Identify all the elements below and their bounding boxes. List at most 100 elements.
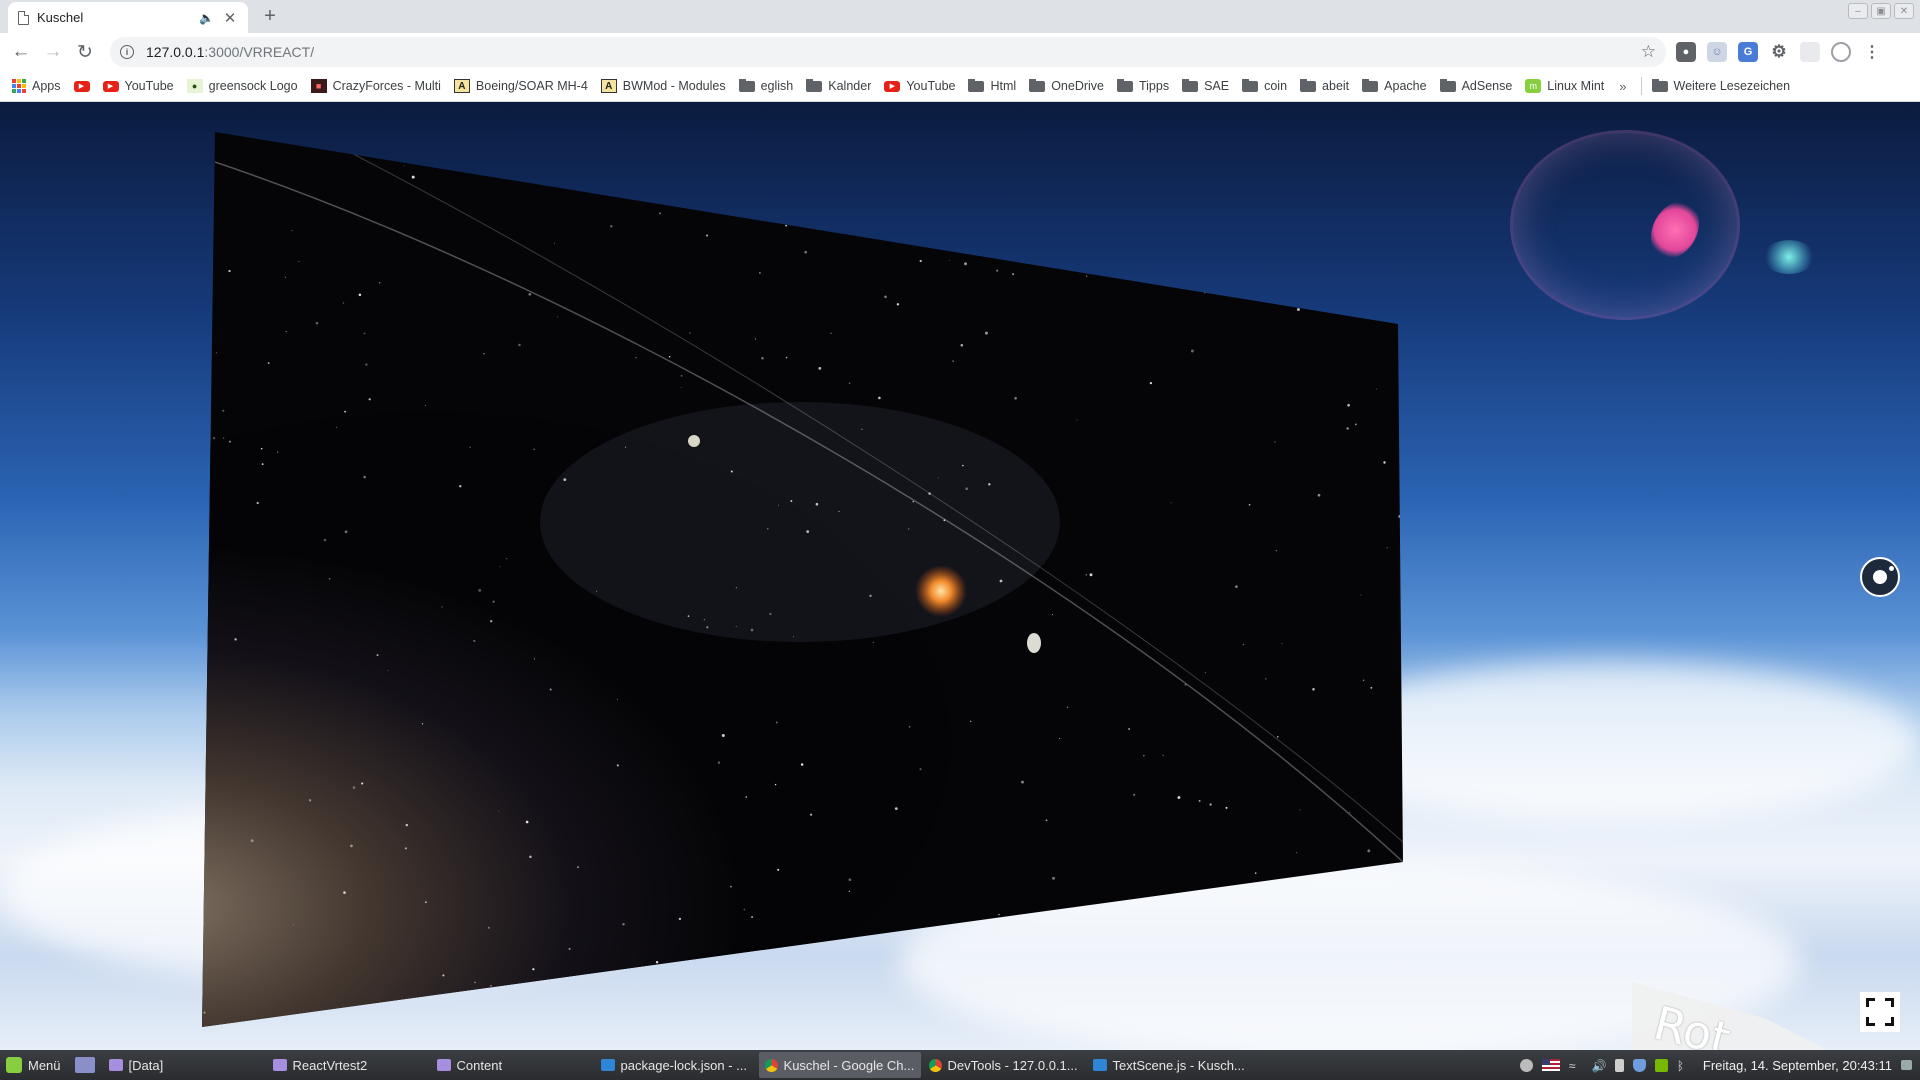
- bookmark-youtube-2[interactable]: ▶ YouTube: [884, 79, 955, 93]
- wifi-icon[interactable]: ≈: [1569, 1059, 1583, 1073]
- star: [1082, 228, 1086, 231]
- profile-avatar-icon[interactable]: [1831, 42, 1851, 62]
- bookmark-folder-onedrive[interactable]: OneDrive: [1029, 79, 1104, 93]
- star: [994, 917, 997, 920]
- bookmark-folder-sae[interactable]: SAE: [1182, 79, 1229, 93]
- bookmark-label: Boeing/SOAR MH-4: [475, 79, 588, 93]
- bookmarks-overflow-button[interactable]: »: [1619, 79, 1626, 94]
- volume-icon[interactable]: 🔊: [1592, 1059, 1607, 1073]
- vr-scene-canvas[interactable]: Rot: [0, 102, 1920, 1050]
- fullscreen-button[interactable]: [1860, 992, 1900, 1032]
- back-button[interactable]: ←: [8, 39, 34, 65]
- extension-blank-icon[interactable]: [1800, 42, 1820, 62]
- star: [970, 720, 972, 723]
- star: [1021, 780, 1024, 784]
- a-box-icon: A: [453, 79, 470, 93]
- star: [1375, 205, 1379, 209]
- star: [1059, 738, 1061, 739]
- site-info-icon[interactable]: i: [120, 45, 134, 59]
- gear-icon[interactable]: ⚙: [1769, 42, 1789, 62]
- bookmark-folder-tipps[interactable]: Tipps: [1116, 79, 1169, 93]
- star: [1378, 291, 1380, 293]
- bookmark-folder-eglish[interactable]: eglish: [738, 79, 793, 93]
- star: [689, 332, 691, 334]
- minimize-button[interactable]: –: [1848, 3, 1868, 19]
- bookmark-folder-abeit[interactable]: abeit: [1300, 79, 1349, 93]
- taskbar-item-reactvrtest2[interactable]: ReactVrtest2: [267, 1052, 429, 1078]
- bookmark-greensock[interactable]: ● greensock Logo: [186, 79, 298, 93]
- star: [1086, 275, 1088, 277]
- star: [352, 786, 356, 789]
- star: [758, 271, 761, 274]
- extension-person-icon[interactable]: ☺: [1707, 42, 1727, 62]
- bluetooth-icon[interactable]: ᛒ: [1677, 1059, 1690, 1073]
- vscode-icon: [600, 1059, 615, 1071]
- star: [473, 639, 476, 643]
- bookmark-folder-html[interactable]: Html: [968, 79, 1016, 93]
- star: [533, 448, 535, 451]
- bookmark-folder-coin[interactable]: coin: [1242, 79, 1287, 93]
- browser-tab[interactable]: Kuschel 🔈 ✕: [8, 2, 248, 33]
- forward-button[interactable]: →: [40, 39, 66, 65]
- extension-shield-icon[interactable]: ●: [1676, 42, 1696, 62]
- kebab-menu-icon[interactable]: ⋮: [1862, 42, 1882, 62]
- shield-icon[interactable]: [1632, 1058, 1646, 1072]
- new-tab-button[interactable]: +: [258, 5, 282, 28]
- star: [919, 768, 922, 771]
- bookmark-other-bookmarks[interactable]: Weitere Lesezeichen: [1651, 79, 1790, 93]
- star: [421, 723, 424, 725]
- star: [754, 338, 757, 340]
- bookmark-folder-apache[interactable]: Apache: [1362, 79, 1427, 93]
- folder-icon: [1029, 79, 1046, 92]
- nvidia-icon[interactable]: [1654, 1058, 1668, 1072]
- close-tab-icon[interactable]: ✕: [222, 9, 238, 27]
- bookmark-linux-mint[interactable]: m Linux Mint: [1525, 79, 1604, 93]
- battery-icon[interactable]: [1614, 1058, 1624, 1072]
- star: [1275, 549, 1278, 552]
- show-desktop-icon[interactable]: [74, 1057, 95, 1073]
- bookmark-youtube-icon-only[interactable]: ▶: [73, 80, 90, 92]
- star: [952, 360, 954, 362]
- bookmark-youtube[interactable]: ▶ YouTube: [102, 79, 174, 93]
- star: [937, 477, 939, 479]
- bookmark-folder-adsense[interactable]: AdSense: [1439, 79, 1512, 93]
- close-window-button[interactable]: ✕: [1894, 3, 1914, 19]
- star: [1003, 133, 1006, 136]
- star: [1376, 388, 1378, 390]
- translate-icon[interactable]: G: [1738, 42, 1758, 62]
- reload-button[interactable]: ↻: [72, 39, 98, 65]
- star: [360, 142, 364, 145]
- speaker-icon[interactable]: 🔈: [199, 11, 214, 25]
- taskbar-item-kuschel-chrome[interactable]: Kuschel - Google Ch...: [758, 1052, 921, 1078]
- notification-icon[interactable]: [1901, 1060, 1912, 1070]
- star: [680, 374, 683, 377]
- taskbar-item-package-lock[interactable]: package-lock.json - ...: [595, 1052, 757, 1078]
- taskbar-item-data[interactable]: [Data]: [103, 1052, 265, 1078]
- user-icon[interactable]: [1519, 1058, 1533, 1072]
- bookmark-boeing[interactable]: A Boeing/SOAR MH-4: [453, 79, 588, 93]
- maximize-button[interactable]: ▣: [1871, 3, 1891, 19]
- bookmark-bwmod[interactable]: A BWMod - Modules: [600, 79, 726, 93]
- star: [908, 725, 911, 728]
- star: [292, 924, 294, 926]
- star: [424, 901, 427, 904]
- gaze-icon: [1873, 566, 1894, 584]
- taskbar-item-label: DevTools - 127.0.0.1...: [947, 1057, 1078, 1073]
- bookmark-star-icon[interactable]: ☆: [1641, 42, 1656, 62]
- gaze-cursor-button[interactable]: [1860, 557, 1900, 597]
- taskbar-item-content[interactable]: Content: [431, 1052, 593, 1078]
- bookmark-folder-kalnder[interactable]: Kalnder: [806, 79, 871, 93]
- keyboard-layout-flag-icon[interactable]: [1541, 1059, 1560, 1071]
- os-taskbar: Menü [Data] ReactVrtest2 Content package…: [0, 1050, 1920, 1080]
- taskbar-item-textscene[interactable]: TextScene.js - Kusch...: [1087, 1052, 1249, 1078]
- youtube-icon: ▶: [884, 80, 901, 92]
- star: [858, 1021, 861, 1024]
- star: [478, 588, 482, 592]
- linux-mint-icon: [6, 1057, 22, 1073]
- bookmark-apps[interactable]: Apps: [12, 79, 61, 93]
- taskbar-clock[interactable]: Freitag, 14. September, 20:43:11: [1703, 1058, 1892, 1073]
- taskbar-item-devtools[interactable]: DevTools - 127.0.0.1...: [923, 1052, 1085, 1078]
- address-bar[interactable]: i 127.0.0.1:3000/VRREACT/ ☆: [110, 37, 1666, 67]
- bookmark-crazyforces[interactable]: ■ CrazyForces - Multi: [310, 79, 441, 93]
- start-menu-button[interactable]: Menü: [0, 1057, 69, 1073]
